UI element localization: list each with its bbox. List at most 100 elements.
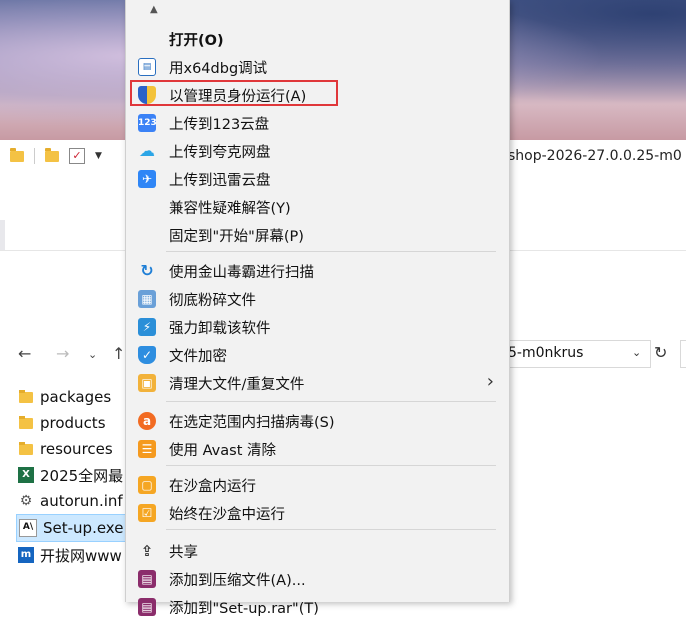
menu-item-run-in-sandbox[interactable]: ▢ 在沙盒内运行 xyxy=(129,470,506,498)
quick-access-toolbar: ✓ ▼ xyxy=(10,147,102,164)
window-title: shop-2026-27.0.0.25-m0 xyxy=(508,148,682,164)
forward-arrow-icon[interactable]: → xyxy=(56,344,69,363)
menu-scroll-up[interactable]: ▲ xyxy=(126,0,509,22)
menu-divider xyxy=(166,401,496,402)
menu-item-uninstall[interactable]: ⚡ 强力卸载该软件 xyxy=(129,312,506,340)
123pan-icon: 123 xyxy=(138,114,157,132)
menu-item-label: 共享 xyxy=(169,545,198,561)
menu-divider xyxy=(166,529,496,530)
list-item[interactable]: ⚙ autorun.inf xyxy=(18,488,136,514)
menu-item-label: 上传到123云盘 xyxy=(169,117,270,133)
shredder-icon: ▦ xyxy=(138,290,156,308)
menu-item-add-to-rar[interactable]: ▤ 添加到"Set-up.rar"(T) xyxy=(129,592,506,620)
folder-icon xyxy=(18,441,34,457)
list-item[interactable]: products xyxy=(18,410,136,436)
menu-item-label: 兼容性疑难解答(Y) xyxy=(169,201,291,217)
menu-item-upload-quark[interactable]: ☁ 上传到夸克网盘 xyxy=(129,136,506,164)
menu-item-label: 在选定范围内扫描病毒(S) xyxy=(169,415,335,431)
adobe-installer-icon: A\ xyxy=(19,519,37,537)
context-menu: ▲ 打开(O) ▤ 用x64dbg调试 以管理员身份运行(A) 123 上传到1… xyxy=(125,0,510,617)
window-edge xyxy=(0,220,5,250)
menu-item-avast-clean[interactable]: ☰ 使用 Avast 清除 xyxy=(129,434,506,462)
uninstall-icon: ⚡ xyxy=(138,318,156,336)
menu-item-label: 上传到迅雷云盘 xyxy=(169,173,271,189)
menu-item-label: 上传到夸克网盘 xyxy=(169,145,271,161)
customize-toolbar-chevron-icon[interactable]: ▼ xyxy=(95,151,102,161)
menu-item-cleanup[interactable]: ▣ 清理大文件/重复文件 › xyxy=(129,368,506,396)
winrar-icon: ▤ xyxy=(138,598,156,616)
menu-item-label: 使用金山毒霸进行扫描 xyxy=(169,265,314,281)
x64dbg-icon: ▤ xyxy=(138,58,156,76)
menu-item-open[interactable]: 打开(O) xyxy=(129,24,506,52)
web-shortcut-icon: m xyxy=(18,547,34,563)
menu-divider xyxy=(166,465,496,466)
menu-item-shred[interactable]: ▦ 彻底粉碎文件 xyxy=(129,284,506,312)
menu-divider xyxy=(166,251,496,252)
file-name: products xyxy=(40,414,106,432)
toolbar-divider xyxy=(34,148,35,164)
menu-item-label: 文件加密 xyxy=(169,349,227,365)
menu-item-add-to-archive[interactable]: ▤ 添加到压缩文件(A)... xyxy=(129,564,506,592)
menu-item-label: 彻底粉碎文件 xyxy=(169,293,256,309)
file-name: Set-up.exe xyxy=(43,519,124,537)
menu-item-always-sandbox[interactable]: ☑ 始终在沙盒中运行 xyxy=(129,498,506,526)
list-item[interactable]: m 开拔网www xyxy=(18,542,136,568)
menu-item-label: 强力卸载该软件 xyxy=(169,321,271,337)
menu-item-label: 在沙盒内运行 xyxy=(169,479,256,495)
settings-file-icon: ⚙ xyxy=(19,493,33,509)
menu-item-upload-xunlei[interactable]: ✈ 上传到迅雷云盘 xyxy=(129,164,506,192)
file-name: packages xyxy=(40,388,112,406)
scroll-up-arrow-icon: ▲ xyxy=(150,4,158,15)
folder-icon[interactable] xyxy=(10,147,24,162)
menu-item-label: 清理大文件/重复文件 xyxy=(169,377,305,393)
up-arrow-icon[interactable]: ↑ xyxy=(112,344,125,363)
menu-item-label: 用x64dbg调试 xyxy=(169,61,268,77)
xunlei-icon: ✈ xyxy=(138,170,156,188)
cleanup-icon: ▣ xyxy=(138,374,156,392)
recent-locations-chevron-icon[interactable]: ⌄ xyxy=(88,348,97,361)
quark-cloud-icon: ☁ xyxy=(139,141,155,160)
list-item[interactable]: X 2025全网最 xyxy=(18,462,136,488)
highlight-annotation xyxy=(130,80,338,106)
menu-item-label: 打开(O) xyxy=(169,33,224,49)
file-name: autorun.inf xyxy=(40,492,123,510)
file-name: resources xyxy=(40,440,113,458)
menu-item-pin-to-start[interactable]: 固定到"开始"屏幕(P) xyxy=(129,220,506,248)
sandbox-icon: ▢ xyxy=(138,476,156,494)
address-path: 5-m0nkrus xyxy=(508,345,584,361)
folder-icon xyxy=(18,389,34,405)
avast-icon: a xyxy=(138,412,156,430)
kingsoft-antivirus-icon: ↻ xyxy=(140,261,154,280)
properties-icon[interactable]: ✓ xyxy=(69,148,85,164)
file-name: 2025全网最 xyxy=(40,466,124,485)
back-arrow-icon[interactable]: ← xyxy=(18,344,31,363)
menu-item-encrypt[interactable]: ✓ 文件加密 xyxy=(129,340,506,368)
list-item[interactable]: packages xyxy=(18,384,136,410)
new-folder-icon[interactable] xyxy=(45,147,59,162)
folder-icon xyxy=(18,415,34,431)
menu-item-label: 添加到"Set-up.rar"(T) xyxy=(169,601,319,617)
menu-item-share[interactable]: ⇪ 共享 xyxy=(129,536,506,564)
menu-item-label: 添加到压缩文件(A)... xyxy=(169,573,306,589)
refresh-icon[interactable]: ↻ xyxy=(654,343,667,362)
menu-item-compatibility[interactable]: 兼容性疑难解答(Y) xyxy=(129,192,506,220)
menu-item-label: 始终在沙盒中运行 xyxy=(169,507,285,523)
menu-item-kingsoft-scan[interactable]: ↻ 使用金山毒霸进行扫描 xyxy=(129,256,506,284)
menu-item-x64dbg[interactable]: ▤ 用x64dbg调试 xyxy=(129,52,506,80)
file-name: 开拔网www xyxy=(40,546,122,565)
excel-icon: X xyxy=(18,467,34,483)
address-dropdown-chevron-icon[interactable]: ⌄ xyxy=(632,346,641,359)
shield-lock-icon: ✓ xyxy=(138,346,156,364)
search-input[interactable] xyxy=(680,340,686,368)
list-item[interactable]: resources xyxy=(18,436,136,462)
avast-clean-icon: ☰ xyxy=(138,440,156,458)
list-item-selected[interactable]: A\ Set-up.exe xyxy=(16,514,136,542)
menu-item-scan-virus[interactable]: a 在选定范围内扫描病毒(S) xyxy=(129,406,506,434)
submenu-chevron-right-icon: › xyxy=(486,371,494,392)
sandbox-check-icon: ☑ xyxy=(138,504,156,522)
menu-item-upload-123pan[interactable]: 123 上传到123云盘 xyxy=(129,108,506,136)
menu-item-label: 固定到"开始"屏幕(P) xyxy=(169,229,304,245)
menu-item-label: 使用 Avast 清除 xyxy=(169,443,276,459)
winrar-icon: ▤ xyxy=(138,570,156,588)
share-icon: ⇪ xyxy=(140,542,154,560)
